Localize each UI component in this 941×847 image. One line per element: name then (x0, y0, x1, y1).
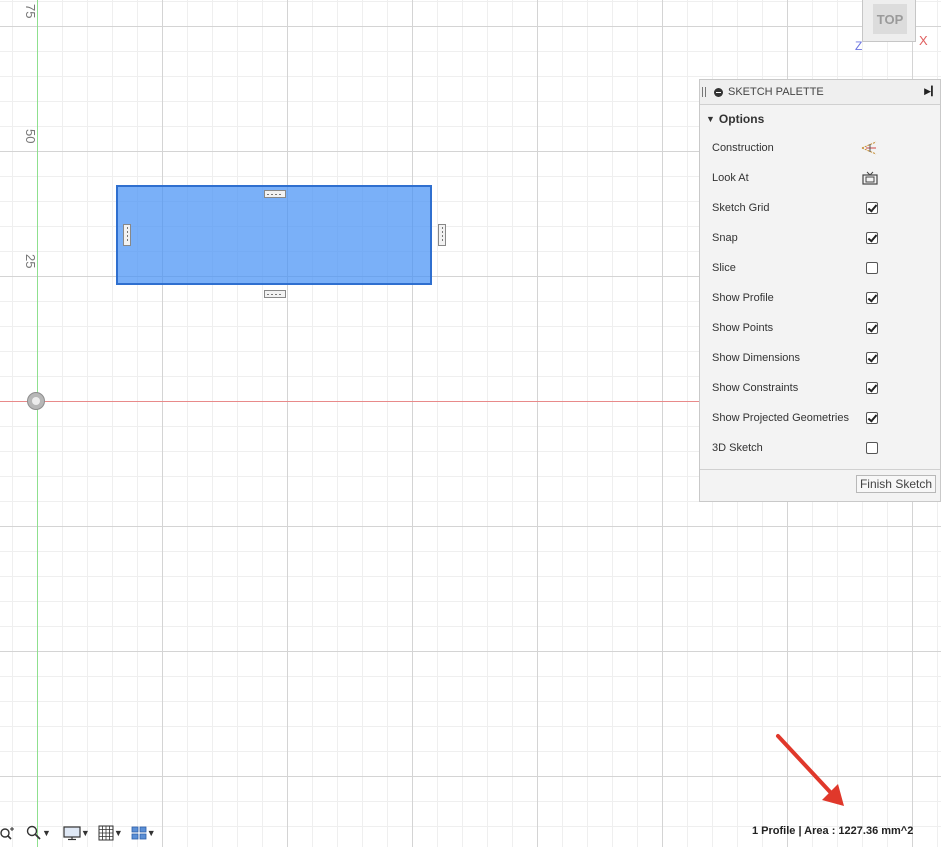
display-settings-button[interactable]: ▼ (63, 825, 90, 841)
drag-grip-icon[interactable] (702, 87, 706, 97)
horizontal-constraint-icon[interactable] (264, 290, 286, 298)
option-label: Show Profile (712, 292, 774, 304)
sketch-grid-checkbox[interactable] (866, 202, 878, 214)
zoom-button[interactable]: ▼ (26, 825, 51, 841)
collapse-icon[interactable] (714, 87, 723, 97)
vertical-constraint-icon[interactable] (438, 224, 446, 246)
option-slice: Slice (700, 253, 940, 283)
option-label: Snap (712, 232, 738, 244)
option-show-dimensions: Show Dimensions (700, 343, 940, 373)
origin-point[interactable] (27, 392, 45, 410)
option-label: Sketch Grid (712, 202, 770, 214)
option-show-points: Show Points (700, 313, 940, 343)
option-show-constraints: Show Constraints (700, 373, 940, 403)
construction-icon[interactable] (860, 141, 878, 155)
navigation-toolbar: ▼ ▼ ▼ ▼ (0, 818, 165, 847)
3d-sketch-checkbox[interactable] (866, 442, 878, 454)
expand-arrow-icon[interactable]: ▶▎ (924, 86, 938, 97)
z-axis-label: Z (855, 39, 863, 53)
option-3d-sketch: 3D Sketch (700, 433, 940, 463)
option-show-projected-geometries: Show Projected Geometries (700, 403, 940, 433)
x-axis-label: X (919, 33, 928, 48)
option-sketch-grid: Sketch Grid (700, 193, 940, 223)
option-label: Look At (712, 172, 749, 184)
slice-checkbox[interactable] (866, 262, 878, 274)
triangle-down-icon[interactable]: ▼ (706, 114, 715, 124)
zoom-window-button[interactable] (0, 825, 16, 841)
view-cube-face-top[interactable]: TOP (873, 4, 907, 34)
option-snap: Snap (700, 223, 940, 253)
look-at-icon[interactable] (862, 171, 878, 185)
palette-title: SKETCH PALETTE (728, 86, 824, 98)
option-label: Show Points (712, 322, 774, 334)
viewports-button[interactable]: ▼ (131, 826, 156, 840)
display-settings-icon (63, 825, 81, 840)
show-points-checkbox[interactable] (866, 322, 878, 334)
profile-area-status: 1 Profile | Area : 1227.36 mm^2 (752, 825, 914, 837)
vertical-constraint-icon[interactable] (123, 224, 131, 246)
show-constraints-checkbox[interactable] (866, 382, 878, 394)
option-look-at: Look At (700, 163, 940, 193)
annotation-arrow (776, 734, 844, 806)
options-section-header[interactable]: ▼ Options (700, 105, 940, 133)
option-label: Show Projected Geometries (712, 412, 849, 424)
y-axis-line (37, 0, 38, 847)
sketch-palette: SKETCH PALETTE ▶▎ ▼ Options Construction… (699, 79, 941, 502)
grid-settings-button[interactable]: ▼ (98, 825, 123, 841)
y-tick-25: 25 (23, 254, 38, 269)
sketch-profile-rectangle[interactable] (116, 185, 432, 285)
finish-sketch-button[interactable]: Finish Sketch (855, 475, 936, 493)
chevron-down-icon: ▼ (113, 827, 123, 838)
option-label: Show Dimensions (712, 352, 801, 364)
option-show-profile: Show Profile (700, 283, 940, 313)
options-title: Options (718, 112, 765, 126)
zoom-icon (26, 825, 41, 840)
x-axis-line (0, 401, 700, 402)
option-label: 3D Sketch (712, 442, 763, 454)
palette-header[interactable]: SKETCH PALETTE ▶▎ (700, 80, 940, 105)
horizontal-constraint-icon[interactable] (264, 190, 286, 198)
show-profile-checkbox[interactable] (866, 292, 878, 304)
view-cube[interactable]: TOP (862, 0, 916, 42)
chevron-down-icon: ▼ (80, 827, 90, 838)
option-label: Show Constraints (712, 382, 799, 394)
palette-footer: Finish Sketch (700, 469, 940, 498)
option-label: Construction (712, 142, 774, 154)
show-projected-geometries-checkbox[interactable] (866, 412, 878, 424)
zoom-window-icon (0, 826, 14, 840)
y-tick-50: 50 (23, 129, 38, 144)
show-dimensions-checkbox[interactable] (866, 352, 878, 364)
chevron-down-icon: ▼ (146, 827, 156, 838)
y-tick-75: 75 (23, 4, 38, 19)
option-construction: Construction (700, 133, 940, 163)
snap-checkbox[interactable] (866, 232, 878, 244)
grid-settings-icon (98, 825, 114, 840)
chevron-down-icon: ▼ (42, 827, 51, 838)
option-label: Slice (712, 262, 736, 274)
viewports-icon (131, 826, 147, 839)
